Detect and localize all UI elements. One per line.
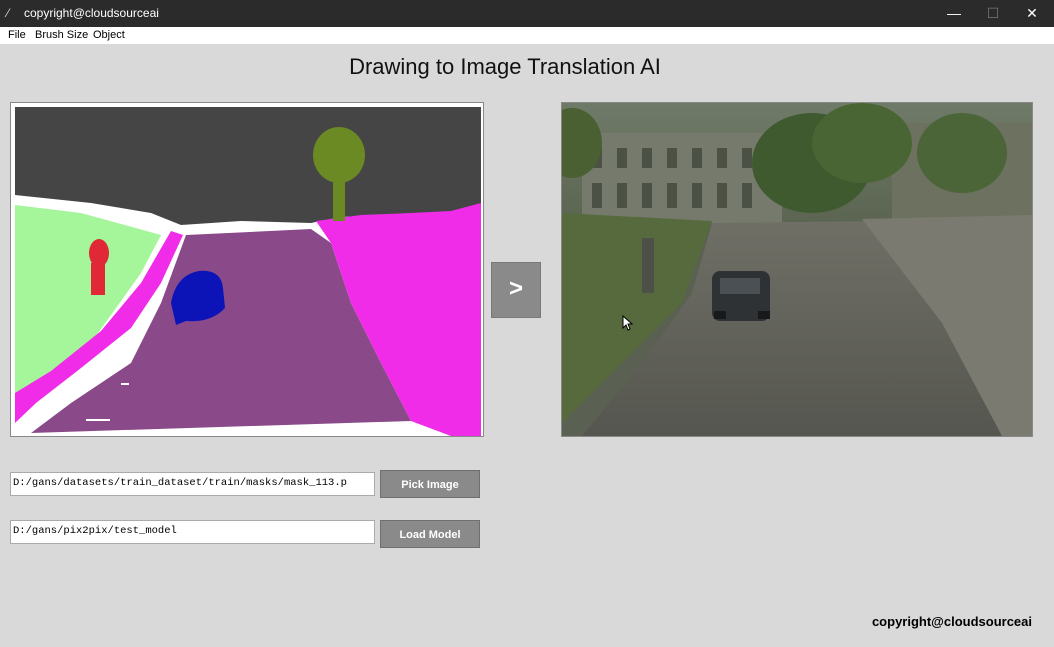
generated-image: [561, 102, 1033, 437]
menu-bar: File Brush Size Object: [0, 27, 1054, 44]
page-title: Drawing to Image Translation AI: [349, 54, 661, 79]
segmentation-drawing: [11, 103, 483, 436]
image-path-input[interactable]: D:/gans/datasets/train_dataset/train/mas…: [10, 472, 375, 496]
title-bar: ⁄ copyright@cloudsourceai — ☐ ✕: [0, 0, 1054, 27]
model-path-input[interactable]: D:/gans/pix2pix/test_model: [10, 520, 375, 544]
close-button[interactable]: ✕: [1009, 0, 1054, 27]
load-model-button[interactable]: Load Model: [380, 520, 480, 548]
feather-icon: ⁄: [7, 6, 10, 20]
menu-object[interactable]: Object: [93, 29, 125, 41]
window-title: copyright@cloudsourceai: [24, 6, 159, 20]
person-shape: [89, 239, 109, 267]
footer-copyright: copyright@cloudsourceai: [871, 614, 1032, 629]
translate-button[interactable]: >: [491, 262, 541, 318]
generated-street-scene: [562, 103, 1032, 436]
menu-file[interactable]: File: [8, 29, 26, 41]
mouse-pointer-icon: [622, 315, 634, 331]
menu-brush-size[interactable]: Brush Size: [35, 29, 88, 41]
pick-image-button[interactable]: Pick Image: [380, 470, 480, 498]
drawing-canvas[interactable]: [10, 102, 484, 437]
tree-foliage: [313, 127, 365, 183]
